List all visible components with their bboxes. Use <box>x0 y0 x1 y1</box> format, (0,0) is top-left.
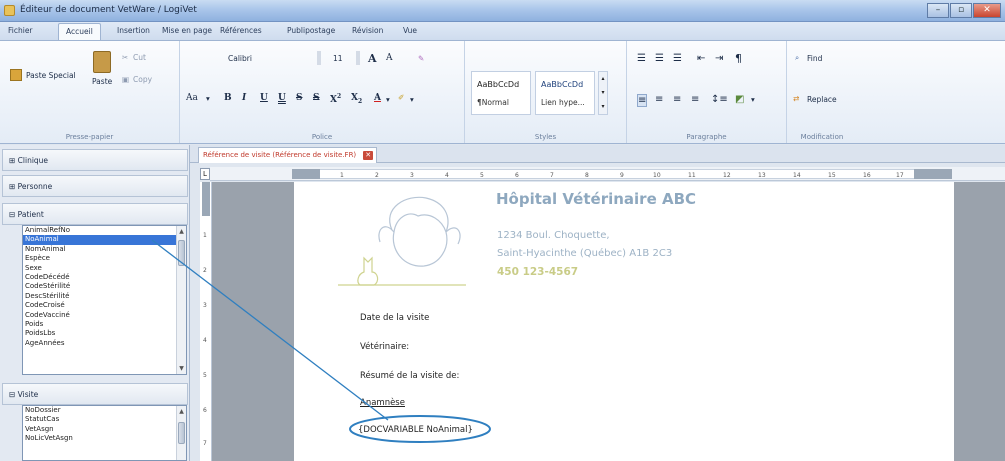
annotation-overlay <box>151 239 491 443</box>
annotation-ellipse <box>349 415 491 443</box>
annotation-arrow <box>151 239 389 421</box>
